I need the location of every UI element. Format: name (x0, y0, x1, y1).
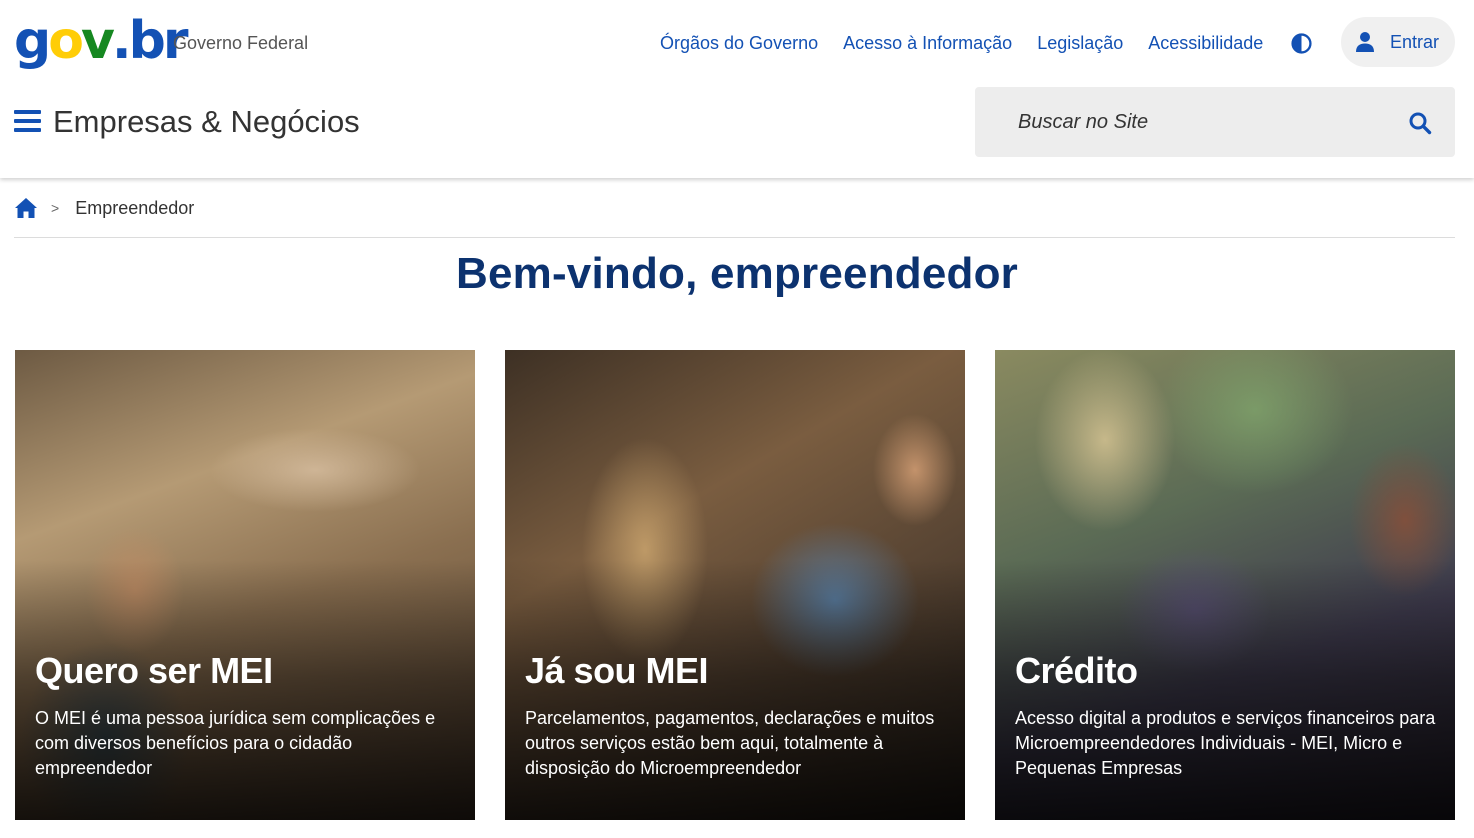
card-title: Quero ser MEI (35, 650, 273, 691)
card-title: Crédito (1015, 650, 1138, 691)
top-links: Órgãos do Governo Acesso à Informação Le… (660, 33, 1288, 54)
card-credito[interactable]: Crédito Acesso digital a produtos e serv… (995, 350, 1455, 820)
search-icon[interactable] (1408, 111, 1432, 135)
card-ja-sou-mei[interactable]: Já sou MEI Parcelamentos, pagamentos, de… (505, 350, 965, 820)
governo-federal-label: Governo Federal (173, 33, 309, 53)
search-input[interactable] (1018, 107, 1378, 137)
card-quero-ser-mei[interactable]: Quero ser MEI O MEI é uma pessoa jurídic… (15, 350, 475, 820)
link-acessibilidade[interactable]: Acessibilidade (1148, 33, 1263, 54)
hamburger-menu-icon[interactable] (14, 110, 41, 133)
user-icon (1356, 32, 1374, 52)
search-box (975, 87, 1455, 157)
card-description: O MEI é uma pessoa jurídica sem complica… (35, 708, 436, 778)
card-description: Acesso digital a produtos e serviços fin… (1015, 708, 1436, 778)
link-legislacao[interactable]: Legislação (1037, 33, 1123, 54)
link-orgaos-do-governo[interactable]: Órgãos do Governo (660, 33, 818, 54)
contrast-icon[interactable] (1291, 33, 1312, 54)
site-title[interactable]: Empresas & Negócios (53, 104, 360, 140)
card-description: Parcelamentos, pagamentos, declarações e… (525, 708, 935, 778)
card-title: Já sou MEI (525, 650, 709, 691)
link-acesso-a-informacao[interactable]: Acesso à Informação (843, 33, 1012, 54)
breadcrumb-divider (14, 237, 1455, 238)
login-label: Entrar (1390, 31, 1440, 52)
breadcrumb-separator: > (51, 200, 60, 216)
page-title: Bem-vindo, empreendedor (455, 249, 1019, 298)
breadcrumb: > Empreendedor (14, 196, 194, 220)
govbr-logo[interactable]: gov.br (14, 12, 188, 70)
breadcrumb-current: Empreendedor (75, 197, 195, 218)
site-header: gov.br Governo Federal Órgãos do Governo… (0, 0, 1474, 178)
home-icon[interactable] (14, 197, 38, 219)
login-button[interactable]: Entrar (1341, 17, 1455, 67)
